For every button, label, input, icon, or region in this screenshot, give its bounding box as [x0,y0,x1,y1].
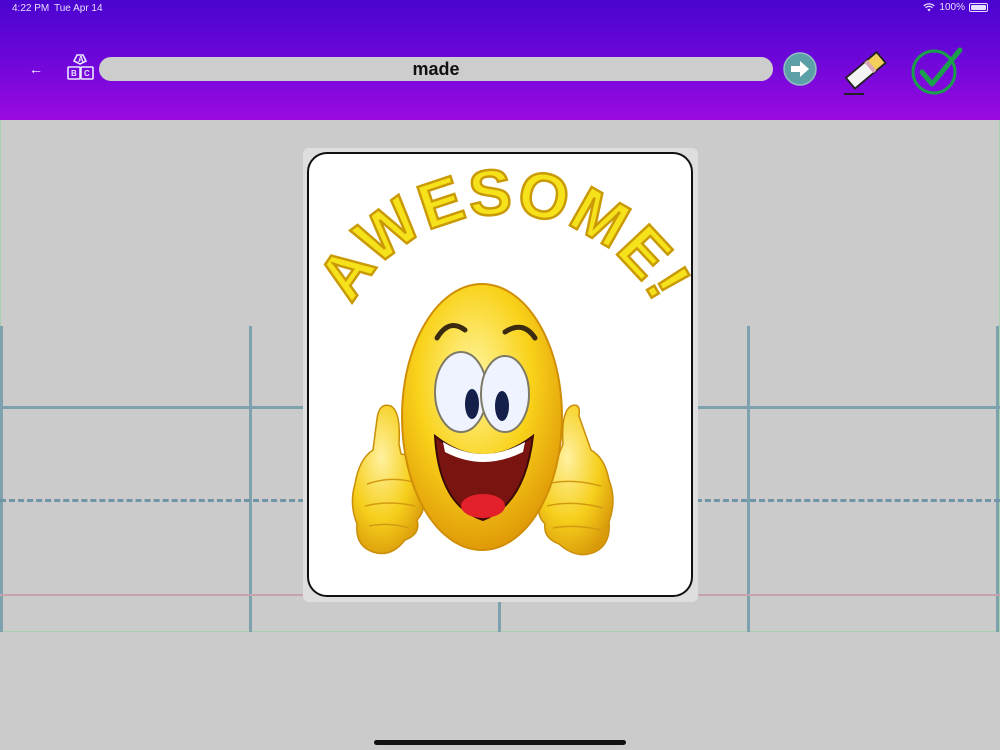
status-date: Tue Apr 14 [54,3,103,14]
svg-text:B: B [71,69,77,78]
guide-vertical-line [249,326,252,632]
awesome-emoji-illustration: AWESOME! [309,154,691,556]
home-indicator [374,740,626,745]
wifi-icon [923,3,936,12]
check-button[interactable] [910,44,966,96]
toolbar: 4:22 PM Tue Apr 14 100% ← A B C made [0,0,1000,120]
word-display: made [99,57,773,81]
back-button[interactable]: ← [24,58,48,80]
awesome-popup[interactable]: AWESOME! [307,152,693,597]
guide-vertical-line [747,326,750,632]
smiley-face [401,283,563,551]
svg-text:C: C [84,69,90,78]
eraser-button[interactable] [838,44,892,98]
svg-text:A: A [78,55,84,64]
guide-vertical-line [0,326,3,632]
battery-icon [969,3,988,12]
status-right: 100% [923,2,988,13]
next-button[interactable] [783,52,817,86]
abc-blocks-icon[interactable]: A B C [64,52,98,86]
status-time: 4:22 PM [12,3,50,14]
guide-vertical-line [996,326,999,632]
battery-percent: 100% [939,2,965,13]
